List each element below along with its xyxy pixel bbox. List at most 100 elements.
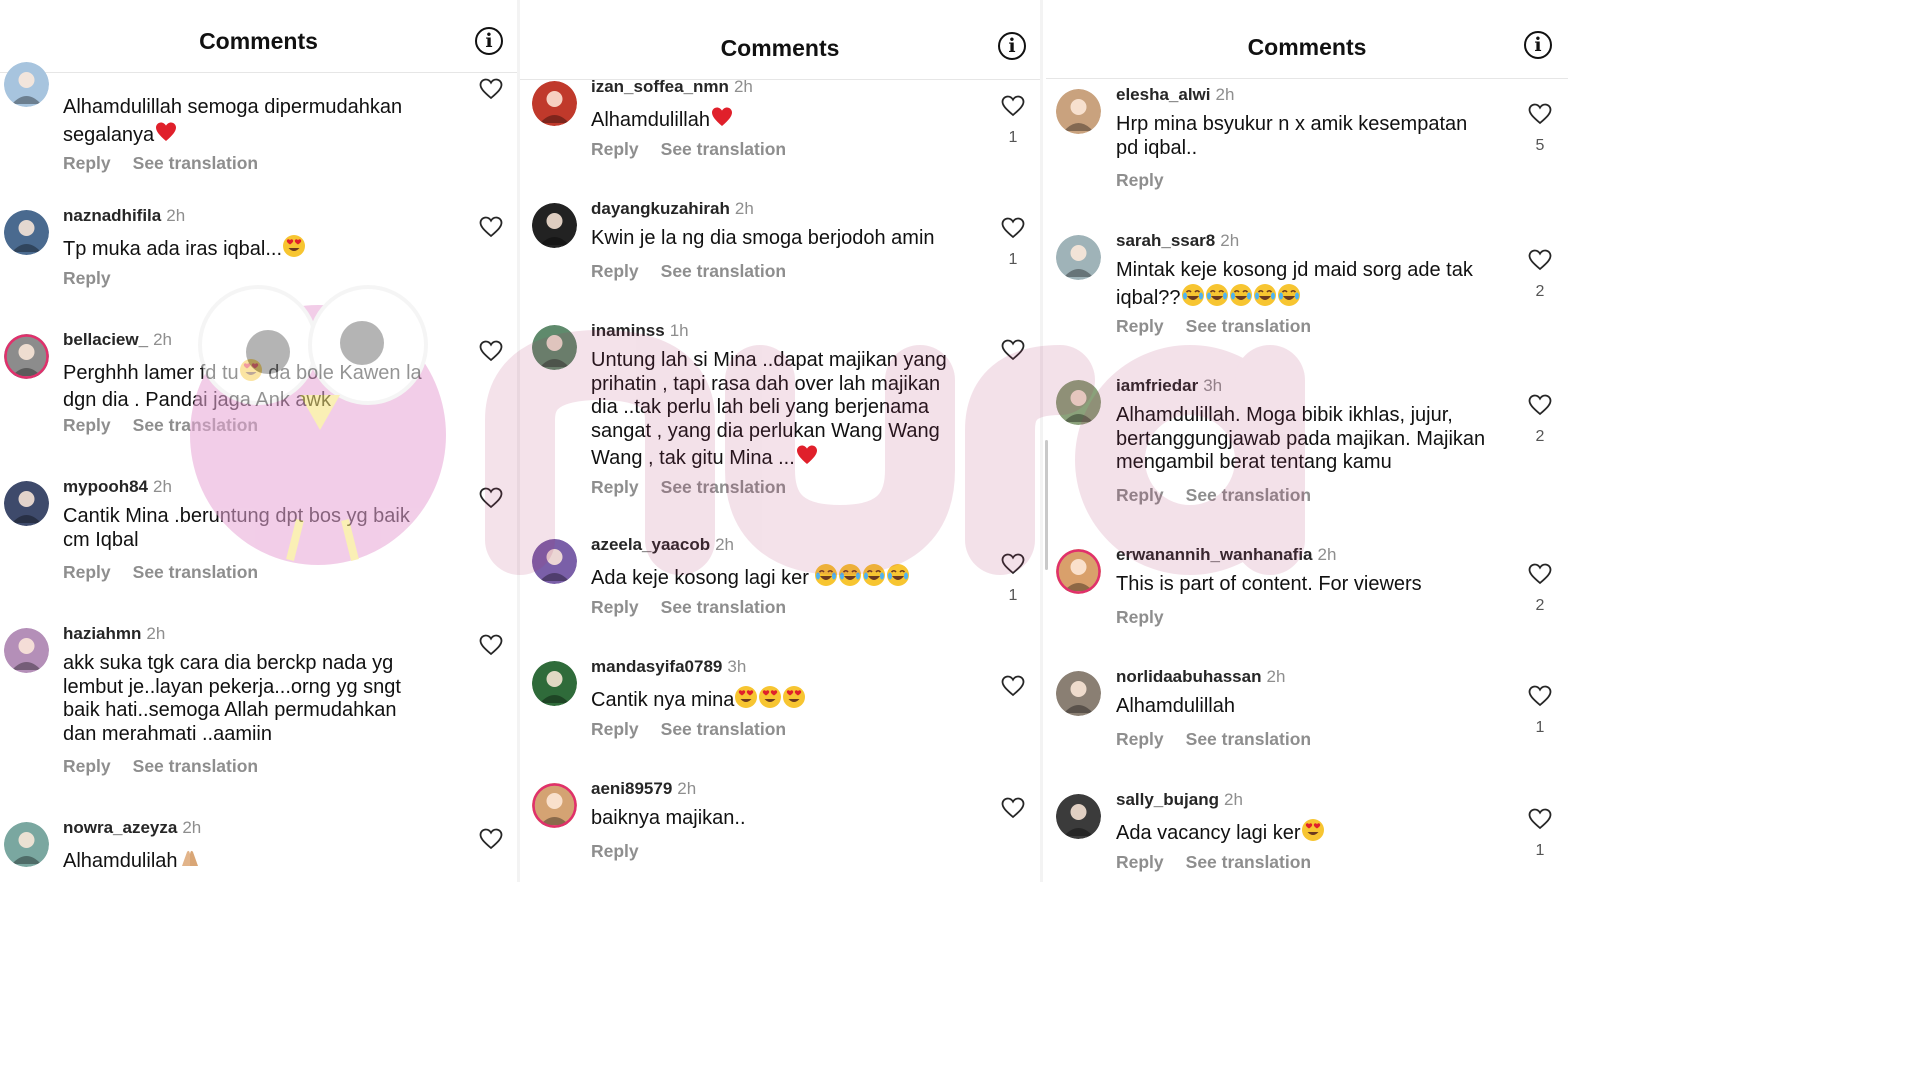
see-translation-button[interactable]: See translation <box>133 756 258 776</box>
reply-button[interactable]: Reply <box>63 880 111 883</box>
see-translation-button[interactable]: See translation <box>133 153 258 173</box>
see-translation-button[interactable]: See translation <box>661 719 786 739</box>
like-heart-icon[interactable] <box>1528 394 1552 416</box>
username[interactable]: aeni89579 <box>591 779 672 798</box>
username[interactable]: nowra_azeyza <box>63 818 177 837</box>
avatar[interactable] <box>532 325 577 370</box>
see-translation-button[interactable]: See translation <box>661 139 786 159</box>
avatar[interactable] <box>1056 235 1101 280</box>
see-translation-button[interactable]: See translation <box>661 261 786 281</box>
info-icon[interactable]: i <box>1524 31 1552 59</box>
reply-button[interactable]: Reply <box>591 261 639 281</box>
reply-button[interactable]: Reply <box>63 562 111 582</box>
reply-button[interactable]: Reply <box>591 477 639 497</box>
reply-button[interactable]: Reply <box>63 756 111 776</box>
username[interactable]: sarah_ssar8 <box>1116 231 1215 250</box>
username[interactable]: azeela_yaacob <box>591 535 710 554</box>
like-heart-icon[interactable] <box>1001 553 1025 575</box>
see-translation-button[interactable]: See translation <box>661 477 786 497</box>
like-heart-icon[interactable] <box>1528 808 1552 830</box>
see-translation-button[interactable]: See translation <box>1186 316 1311 336</box>
comment-actions: Reply See translation <box>591 261 808 282</box>
avatar[interactable] <box>4 62 49 107</box>
like-heart-icon[interactable] <box>1001 797 1025 819</box>
like-heart-icon[interactable] <box>1001 217 1025 239</box>
username[interactable]: bellaciew_ <box>63 330 148 349</box>
reply-button[interactable]: Reply <box>591 841 639 861</box>
username[interactable]: norlidaabuhassan <box>1116 667 1261 686</box>
username[interactable]: naznadhifila <box>63 206 161 225</box>
avatar[interactable] <box>4 628 49 673</box>
username[interactable]: elesha_alwi <box>1116 85 1211 104</box>
like-heart-icon[interactable] <box>479 216 503 238</box>
comment-text-line: mengambil berat tentang kamu <box>1116 451 1392 473</box>
comment-author-line: erwanannih_wanhanafia 2h <box>1116 545 1336 565</box>
avatar[interactable] <box>532 539 577 584</box>
like-heart-icon[interactable] <box>1001 95 1025 117</box>
username[interactable]: iamfriedar <box>1116 376 1198 395</box>
reply-button[interactable]: Reply <box>1116 607 1164 627</box>
like-heart-icon[interactable] <box>479 634 503 656</box>
username[interactable]: mandasyifa0789 <box>591 657 722 676</box>
avatar[interactable] <box>1056 380 1101 425</box>
avatar[interactable] <box>532 783 577 828</box>
username[interactable]: sally_bujang <box>1116 790 1219 809</box>
avatar[interactable] <box>532 81 577 126</box>
like-heart-icon[interactable] <box>1001 675 1025 697</box>
like-heart-icon[interactable] <box>1528 103 1552 125</box>
comment-time: 2h <box>1223 790 1243 809</box>
reply-button[interactable]: Reply <box>1116 316 1164 336</box>
reply-button[interactable]: Reply <box>1116 485 1164 505</box>
reply-button[interactable]: Reply <box>1116 729 1164 749</box>
reply-button[interactable]: Reply <box>591 597 639 617</box>
comment-text-line-tail: da bole Kawen la <box>262 362 422 384</box>
like-heart-icon[interactable] <box>1528 563 1552 585</box>
like-heart-icon[interactable] <box>479 828 503 850</box>
avatar[interactable] <box>4 822 49 867</box>
like-heart-icon[interactable] <box>479 340 503 362</box>
avatar[interactable] <box>4 210 49 255</box>
avatar[interactable] <box>4 481 49 526</box>
see-translation-button[interactable]: See translation <box>133 562 258 582</box>
comment-item: aeni89579 2h baiknya majikan.. Reply <box>520 779 1040 882</box>
avatar[interactable] <box>532 661 577 706</box>
username[interactable]: izan_soffea_nmn <box>591 77 729 96</box>
like-heart-icon[interactable] <box>479 78 503 100</box>
reply-button[interactable]: Reply <box>591 719 639 739</box>
avatar[interactable] <box>532 203 577 248</box>
like-heart-icon[interactable] <box>479 487 503 509</box>
comment-text-line: Wang , tak gitu Mina ... <box>591 447 795 469</box>
reply-button[interactable]: Reply <box>63 268 111 288</box>
comment-actions: Reply See translation <box>591 477 808 498</box>
username[interactable]: mypooh84 <box>63 477 148 496</box>
see-translation-button[interactable]: See translation <box>133 415 258 435</box>
see-translation-button[interactable]: See translation <box>1186 729 1311 749</box>
like-heart-icon[interactable] <box>1528 685 1552 707</box>
reply-button[interactable]: Reply <box>1116 170 1164 190</box>
avatar[interactable] <box>1056 549 1101 594</box>
avatar[interactable] <box>4 334 49 379</box>
info-icon[interactable]: i <box>998 32 1026 60</box>
reply-button[interactable]: Reply <box>63 415 111 435</box>
comment-text: Kwin je la ng dia smoga berjodoh amin <box>591 227 991 251</box>
comment-text: Ada vacancy lagi ker <box>1116 818 1518 849</box>
username[interactable]: dayangkuzahirah <box>591 199 730 218</box>
username[interactable]: haziahmn <box>63 624 141 643</box>
username[interactable]: erwanannih_wanhanafia <box>1116 545 1313 564</box>
like-heart-icon[interactable] <box>1001 339 1025 361</box>
scrollbar[interactable] <box>1045 440 1048 570</box>
avatar[interactable] <box>1056 89 1101 134</box>
comment-text-line: Mintak keje kosong jd maid sorg ade tak <box>1116 259 1473 281</box>
reply-button[interactable]: Reply <box>591 139 639 159</box>
see-translation-button[interactable]: See translation <box>661 597 786 617</box>
reply-button[interactable]: Reply <box>63 153 111 173</box>
see-translation-button[interactable]: See translation <box>1186 485 1311 505</box>
comment-text: Cantik Mina .beruntung dpt bos yg baik cm… <box>63 505 469 552</box>
info-icon[interactable]: i <box>475 27 503 55</box>
avatar[interactable] <box>1056 794 1101 839</box>
reply-button[interactable]: Reply <box>1116 852 1164 872</box>
avatar[interactable] <box>1056 671 1101 716</box>
see-translation-button[interactable]: See translation <box>1186 852 1311 872</box>
username[interactable]: inaminss <box>591 321 665 340</box>
like-heart-icon[interactable] <box>1528 249 1552 271</box>
